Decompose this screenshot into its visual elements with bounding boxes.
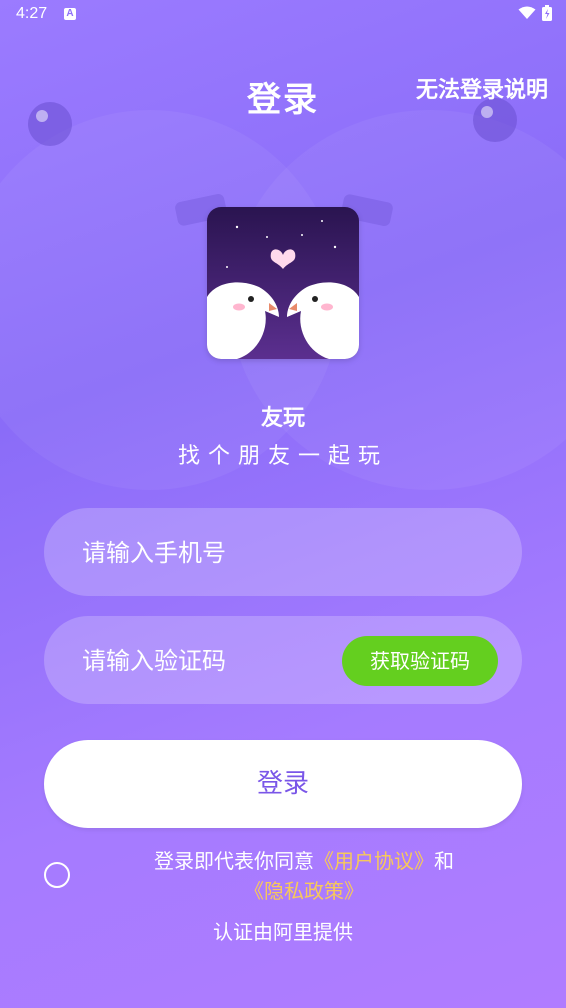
login-button[interactable]: 登录 (44, 740, 522, 828)
code-field[interactable]: 获取验证码 (44, 616, 522, 706)
verification-code-input[interactable] (80, 616, 344, 706)
status-icons (518, 5, 552, 21)
agreement-checkbox[interactable] (44, 862, 70, 888)
login-help-link[interactable]: 无法登录说明 (416, 72, 548, 104)
status-time: 4:27 (16, 5, 48, 22)
user-agreement-link[interactable]: 《用户协议》 (314, 849, 434, 873)
app-logo (207, 207, 359, 359)
wifi-icon (518, 6, 536, 19)
auth-provider-text: 认证由阿里提供 (213, 920, 353, 944)
agreement-prefix: 登录即代表你同意 (154, 849, 314, 873)
app-name: 友玩 (260, 406, 305, 431)
battery-icon (542, 5, 552, 21)
get-code-button[interactable]: 获取验证码 (342, 636, 498, 686)
privacy-policy-link[interactable]: 《隐私政策》 (244, 879, 364, 903)
app-slogan: 找个朋友一起玩 (177, 444, 388, 469)
agreement-text: 登录即代表你同意《用户协议》和《隐私政策》 (96, 846, 512, 906)
notification-a-icon: A (64, 8, 76, 20)
phone-field[interactable] (44, 508, 522, 598)
agreement-and: 和 (434, 849, 454, 873)
status-bar: 4:27 A (0, 0, 566, 30)
phone-input[interactable] (80, 508, 344, 598)
